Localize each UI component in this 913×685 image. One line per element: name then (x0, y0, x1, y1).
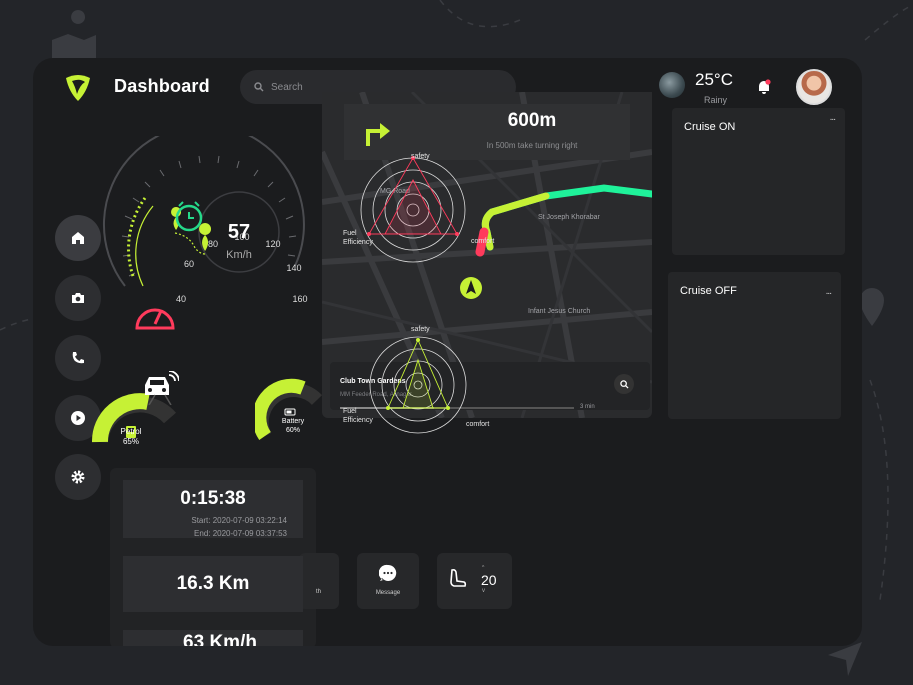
cruise-off-label: Cruise OFF (680, 285, 737, 297)
chat-bubble-icon (379, 564, 397, 581)
seat-icon (450, 568, 467, 587)
radar-label-safety: safety (411, 153, 430, 160)
search-icon (254, 82, 264, 92)
weather-condition: Rainy (704, 95, 728, 105)
speed-value: 57 (228, 221, 250, 243)
car-connected-icon (145, 371, 179, 405)
trip-distance: 16.3 Km (176, 573, 250, 594)
seat-control[interactable]: ^ 20 v (437, 553, 512, 609)
temperature: 25°C (695, 70, 733, 89)
battery-gauge (255, 378, 323, 440)
seat-value: 20 (481, 572, 497, 588)
speed-unit: Km/h (226, 249, 252, 261)
cruise-off-card[interactable]: Cruise OFF ... (668, 272, 841, 419)
cruise-on-card[interactable]: Cruise ON ... (672, 108, 845, 255)
search-placeholder: Search (271, 81, 303, 93)
cruise-off-menu[interactable]: ... (826, 286, 832, 297)
message-button[interactable]: Message (357, 553, 419, 609)
user-avatar[interactable] (796, 69, 832, 105)
turn-distance: 600m (507, 110, 557, 131)
trip-distance-tile: 16.3 Km (123, 556, 303, 612)
battery-value: 60% (285, 427, 300, 434)
avg-speed-tile: 63 Km/h (123, 630, 303, 646)
trip-duration: 0:15:38 (180, 488, 246, 509)
speedometer: 20 40 60 80 100 120 140 160 180 57 Km/h (102, 136, 308, 304)
radar-label-comfort: comfort (471, 238, 495, 245)
tick-label: 120 (265, 239, 280, 249)
app-logo (66, 75, 90, 101)
seat-up-icon[interactable]: ^ (482, 565, 484, 571)
battery-label: Battery (281, 418, 305, 425)
radar-chart-bottom (369, 336, 467, 434)
partial-tile[interactable]: th (299, 553, 339, 609)
avg-speed: 63 Km/h (183, 632, 257, 646)
radar-label-comfort: comfort (466, 421, 490, 428)
tick-label: 80 (208, 239, 218, 249)
place-label: Infant Jesus Church (528, 308, 591, 315)
place-label: St Joseph Khorabar (538, 214, 600, 221)
cruise-on-menu[interactable]: ... (830, 112, 836, 123)
nav-settings[interactable] (55, 454, 101, 500)
trip-end: End: 2020-07-09 03:37:53 (194, 529, 287, 538)
search-icon (619, 379, 629, 389)
tick-label: 160 (292, 294, 307, 304)
cruise-on-label: Cruise ON (684, 121, 736, 133)
radar-label-fuel: Fuel Efficiency (343, 408, 373, 424)
fuel-label-block: Petrol 65% (116, 427, 146, 447)
fuel-label: Petrol (120, 427, 142, 436)
partial-tile-label: th (316, 589, 322, 595)
weather-icon (659, 72, 685, 98)
engine-warning-icon (135, 308, 175, 330)
page-title: Dashboard (114, 76, 210, 96)
fuel-value: 65% (122, 437, 139, 446)
seat-down-icon[interactable]: v (482, 588, 485, 594)
nav-phone[interactable] (55, 335, 101, 381)
message-label: Message (375, 590, 401, 596)
turn-text: In 500m take turning right (486, 141, 578, 150)
settings-icon (71, 470, 85, 484)
route-search-button[interactable] (614, 374, 634, 394)
home-icon (72, 232, 84, 244)
route-time: 3 min (580, 404, 595, 410)
trip-duration-tile: 0:15:38 Start: 2020-07-09 03:22:14 End: … (123, 480, 303, 538)
trip-start: Start: 2020-07-09 03:22:14 (191, 516, 287, 525)
phone-icon (72, 352, 84, 364)
notification-bell-icon[interactable] (755, 78, 773, 96)
camera-icon (72, 293, 84, 303)
play-icon (71, 411, 85, 425)
tick-label: 140 (286, 263, 301, 273)
radar-chart-top (360, 156, 466, 263)
radar-label-fuel: Fuel Efficiency (343, 230, 373, 246)
radar-label-safety: safety (411, 326, 430, 333)
tick-label: 40 (176, 294, 186, 304)
battery-label-block: Battery 60% (278, 417, 308, 435)
tick-label: 60 (184, 259, 194, 269)
dashboard-window: Dashboard Search 25°C Rainy 40 60 80 100… (33, 58, 862, 646)
